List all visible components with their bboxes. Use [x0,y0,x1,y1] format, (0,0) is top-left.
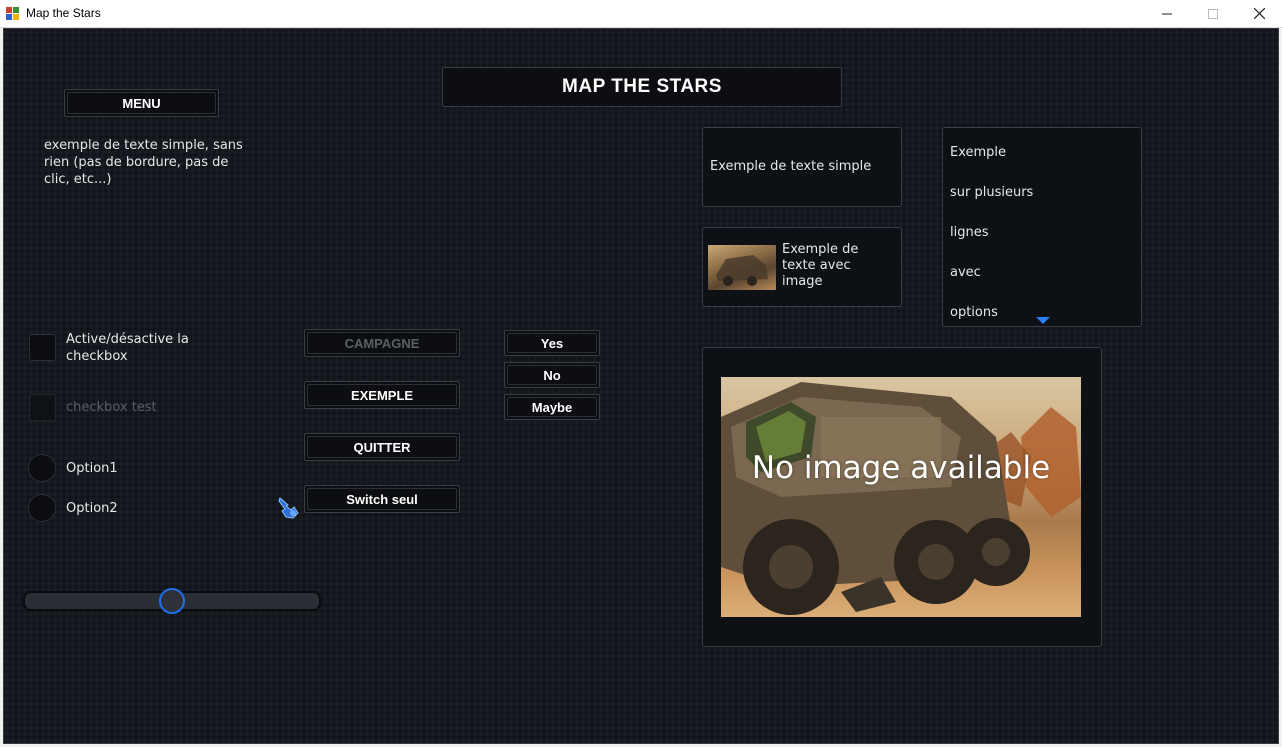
simple-text-panel-label: Exemple de texte simple [710,159,872,174]
menu-button[interactable]: MENU [64,89,219,117]
checkbox-test[interactable] [29,394,56,421]
image-text-panel-label: Exemple de texte avec image [782,242,859,289]
minimize-icon [1162,13,1172,14]
list-item[interactable]: options [950,305,998,320]
quitter-button-label: QUITTER [307,436,457,458]
choice-no-label: No [507,365,597,385]
vehicle-image: No image available [721,377,1081,617]
switch-button-label: Switch seul [307,488,457,510]
page-title: MAP THE STARS [442,67,842,107]
choice-maybe-button[interactable]: Maybe [504,394,600,420]
choice-yes-label: Yes [507,333,597,353]
image-text-panel: Exemple de texte avec image [702,227,902,307]
app-icon [6,7,19,20]
pointer-hand-icon [278,497,299,519]
maximize-icon [1208,8,1218,19]
options-list[interactable]: Exemple sur plusieurs lignes avec option… [942,127,1142,327]
thumbnail-image [708,245,776,290]
checkbox-test-label: checkbox test [66,400,157,415]
close-icon [1253,8,1265,19]
checkbox-active-label: Active/désactive la checkbox [66,332,189,364]
radio-option2[interactable] [28,494,56,522]
no-image-overlay-text: No image available [751,450,1051,486]
list-item[interactable]: lignes [950,225,989,240]
list-item[interactable]: sur plusieurs [950,185,1033,200]
window-titlebar: Map the Stars [0,0,1282,28]
switch-button[interactable]: Switch seul [304,485,460,513]
simple-text-panel: Exemple de texte simple [702,127,902,207]
scroll-down-arrow-icon[interactable] [1036,317,1050,325]
exemple-button-label: EXEMPLE [307,384,457,406]
plain-text-label: exemple de texte simple, sans rien (pas … [44,138,243,187]
choice-yes-button[interactable]: Yes [504,330,600,356]
choice-no-button[interactable]: No [504,362,600,388]
slider-thumb[interactable] [159,588,185,614]
close-button[interactable] [1236,0,1282,27]
radio-option1[interactable] [28,454,56,482]
minimize-button[interactable] [1144,0,1190,27]
maximize-button[interactable] [1190,0,1236,27]
campagne-button-label: CAMPAGNE [307,332,457,354]
window-title: Map the Stars [26,6,101,20]
radio-option2-label: Option2 [66,501,118,516]
image-panel: No image available [702,347,1102,647]
menu-button-label: MENU [67,92,216,114]
radio-option1-label: Option1 [66,461,118,476]
choice-maybe-label: Maybe [507,397,597,417]
list-item[interactable]: Exemple [950,145,1006,160]
exemple-button[interactable]: EXEMPLE [304,381,460,409]
list-item[interactable]: avec [950,265,981,280]
quitter-button[interactable]: QUITTER [304,433,460,461]
campagne-button[interactable]: CAMPAGNE [304,329,460,357]
checkbox-active[interactable] [29,334,56,361]
main-window-area: MENU MAP THE STARS exemple de texte simp… [3,28,1279,744]
